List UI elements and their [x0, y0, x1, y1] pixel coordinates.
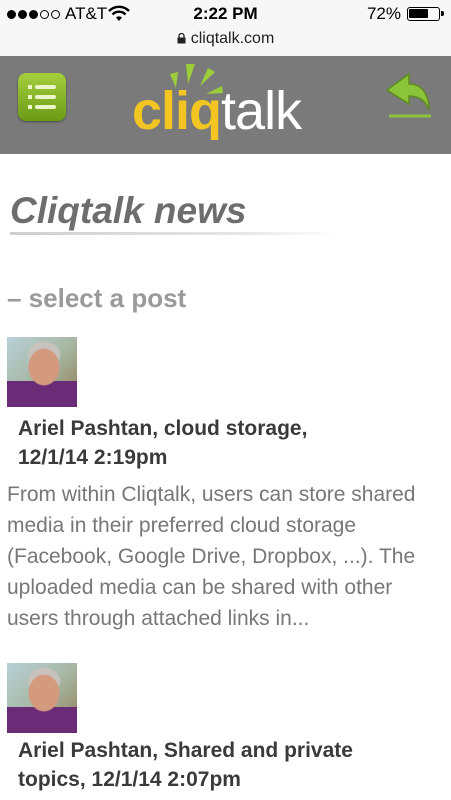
- url-bar[interactable]: cliqtalk.com: [0, 30, 451, 50]
- post-excerpt: From within Cliqtalk, users can store sh…: [7, 483, 416, 630]
- url-text: cliqtalk.com: [190, 30, 275, 47]
- post-heading[interactable]: Ariel Pashtan, Shared and private topics…: [18, 736, 438, 794]
- menu-button[interactable]: [18, 73, 66, 121]
- battery-icon: [407, 7, 444, 21]
- lock-icon: [177, 33, 186, 44]
- author-avatar: [7, 337, 77, 407]
- author-avatar: [7, 663, 77, 733]
- title-divider: [10, 232, 340, 235]
- app-header: cliqtalk: [0, 56, 451, 154]
- back-arrow-icon[interactable]: [381, 66, 437, 122]
- page-title: Cliqtalk news: [10, 190, 247, 231]
- page-subtitle: – select a post: [7, 283, 187, 313]
- post-date: topics, 12/1/14 2:07pm: [18, 768, 241, 791]
- battery-percent: 72%: [366, 4, 401, 23]
- post-author-topic: Ariel Pashtan, Shared and private: [18, 739, 353, 762]
- logo-cliq-text: cliq: [132, 81, 222, 141]
- status-bar: AT&T 2:22 PM 72% cliqtalk.com: [0, 0, 451, 57]
- post-heading[interactable]: Ariel Pashtan, cloud storage, 12/1/14 2:…: [18, 414, 438, 472]
- post-date: 12/1/14 2:19pm: [18, 446, 168, 469]
- post-author-topic: Ariel Pashtan, cloud storage,: [18, 417, 308, 440]
- logo-talk-text: talk: [221, 81, 302, 141]
